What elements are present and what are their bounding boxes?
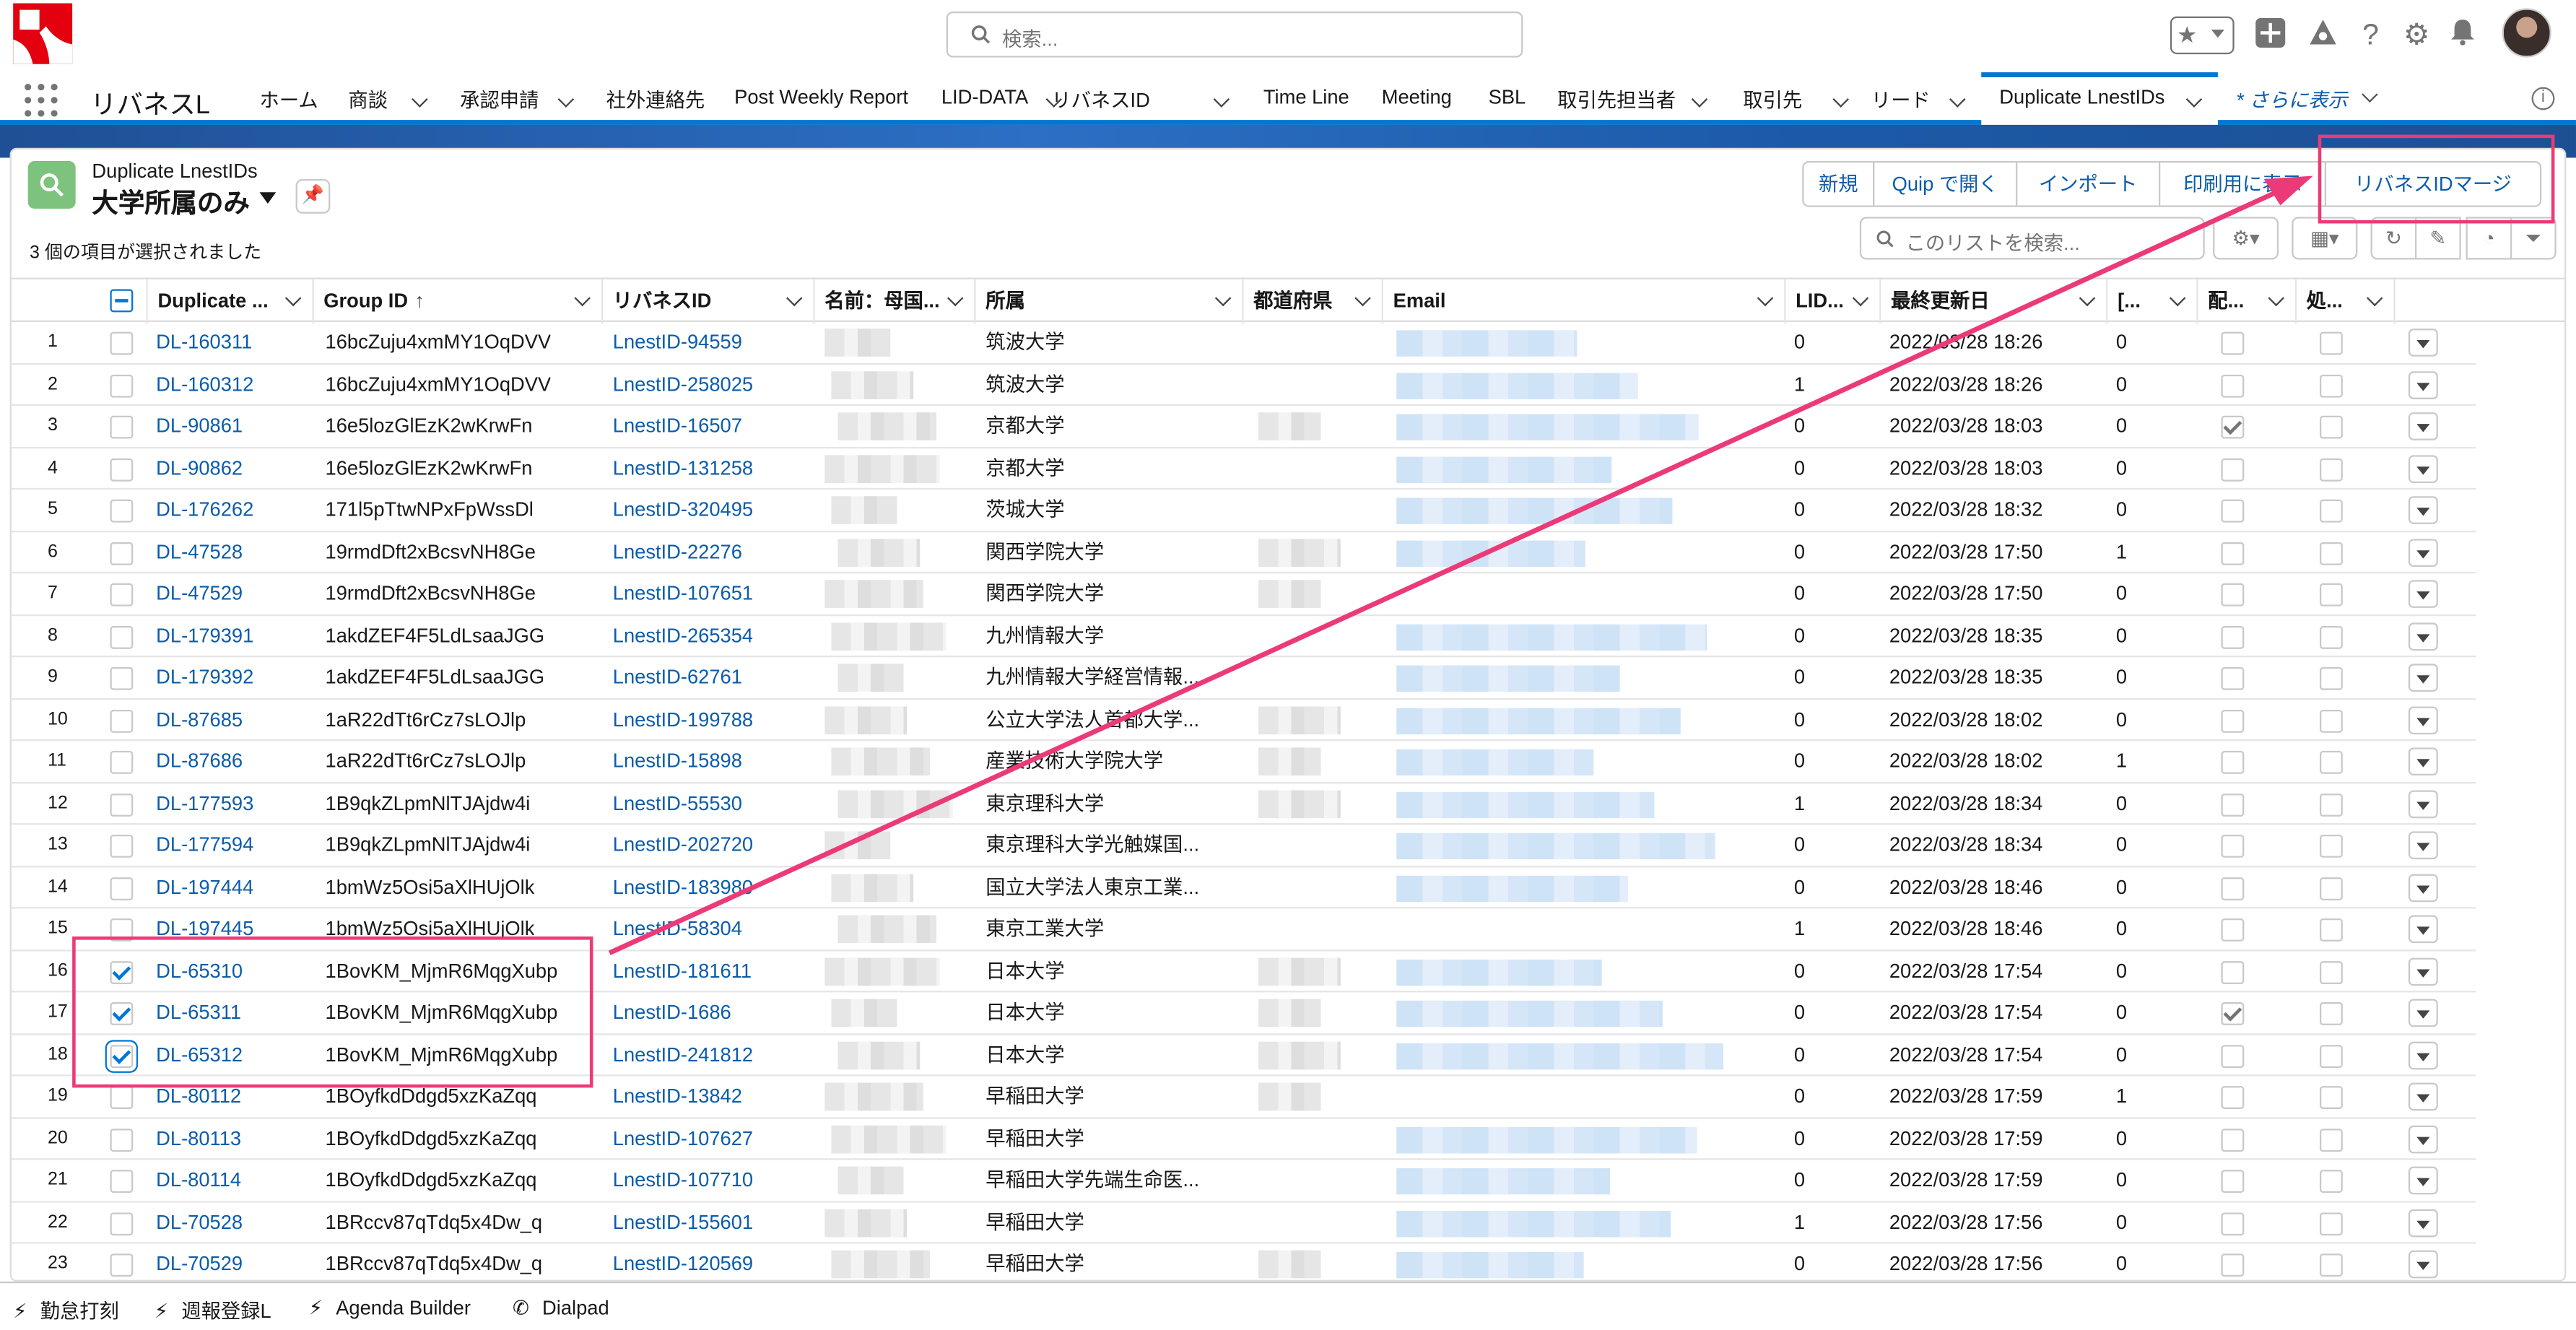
lightning-icon: ⚡: [308, 1296, 323, 1320]
utility-item-dialpad[interactable]: ✆ Dialpad: [513, 1296, 609, 1319]
lightning-icon: ⚡: [154, 1299, 169, 1323]
phone-icon: ✆: [512, 1296, 529, 1320]
utility-item-agenda-builder[interactable]: ⚡ Agenda Builder: [309, 1296, 471, 1319]
utility-item-weekly-report[interactable]: ⚡ 週報登録L: [155, 1296, 271, 1324]
salesforce-screen: 検索... ★ ? ⚙ リバネスL ホーム 商談 承認申請 社外連絡先 Post Wee…: [0, 0, 2576, 1330]
utility-item-attendance[interactable]: ⚡ 勤怠打刻: [13, 1296, 119, 1324]
utility-bar: ⚡ 勤怠打刻 ⚡ 週報登録L ⚡ Agenda Builder ✆ Dialpad: [0, 1281, 2576, 1330]
annotation-arrow: [608, 175, 2313, 955]
lightning-icon: ⚡: [13, 1299, 27, 1323]
